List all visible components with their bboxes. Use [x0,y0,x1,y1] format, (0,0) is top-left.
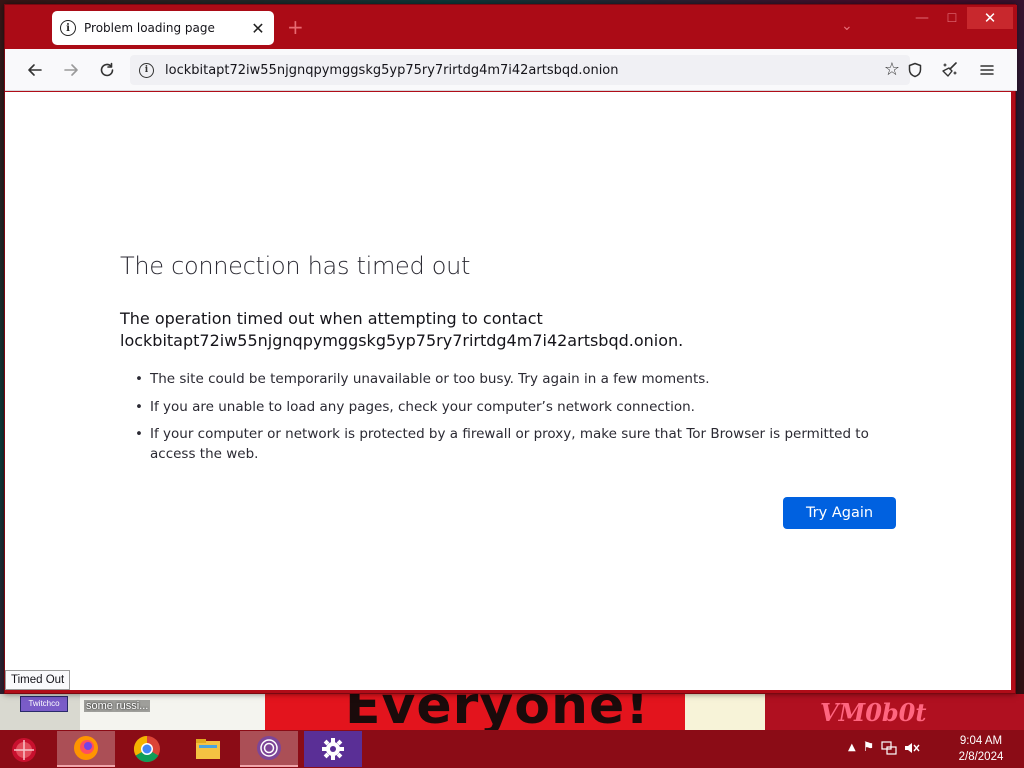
firefox-icon [74,736,98,760]
error-description-line1: The operation timed out when attempting … [120,309,543,328]
hamburger-menu-icon [980,65,994,75]
minimize-button[interactable]: — [911,7,933,29]
taskbar-file-explorer[interactable] [179,731,237,767]
arrow-right-icon [64,64,78,76]
url-bar[interactable]: i lockbitapt72iw55njgnqpymggskg5yp75ry7r… [130,55,910,85]
close-window-button[interactable]: ✕ [967,7,1013,29]
back-button[interactable] [22,57,48,83]
error-title: The connection has timed out [120,252,471,280]
navigation-bar: i lockbitapt72iw55njgnqpymggskg5yp75ry7r… [5,49,1017,91]
system-tray: ▲ ⚑ [848,740,920,755]
shield-icon [908,62,922,78]
new-tab-button[interactable]: + [287,17,304,37]
wallpaper-corner-text: VM0b0t [820,698,927,727]
suggestion-item: If you are unable to load any pages, che… [135,397,910,417]
site-info-icon[interactable]: i [139,62,154,78]
tab-bar: i Problem loading page ✕ + ⌄ — ☐ ✕ [5,5,1017,49]
chevron-down-icon[interactable]: ⌄ [841,18,853,34]
volume-muted-icon[interactable] [904,741,920,755]
error-description: The operation timed out when attempting … [120,308,900,352]
clock-time: 9:04 AM [959,735,1003,747]
forward-button[interactable] [58,57,84,83]
maximize-button[interactable]: ☐ [941,7,963,29]
menu-button[interactable] [974,57,1000,83]
clock-date: 2/8/2024 [958,751,1004,763]
start-orb-icon [12,738,36,762]
settings-icon [322,738,344,760]
taskbar-firefox[interactable] [57,731,115,767]
bookmark-star-icon[interactable]: ☆ [884,59,900,80]
network-icon[interactable] [881,740,897,755]
show-hidden-icons-icon[interactable]: ▲ [848,742,856,753]
info-icon: i [60,20,76,36]
page-content: The connection has timed out The operati… [5,92,1011,690]
start-button[interactable] [9,735,39,765]
arrow-left-icon [28,64,42,76]
tab-active[interactable]: i Problem loading page ✕ [52,11,274,45]
reload-button[interactable] [94,57,120,83]
action-center-flag-icon[interactable]: ⚑ [863,740,875,755]
wallpaper-strip: Twitchco Everyone! VM0b0t some russi... [0,694,1024,730]
tor-browser-icon [257,736,281,760]
shield-button[interactable] [902,57,928,83]
error-description-line2: lockbitapt72iw55njgnqpymggskg5yp75ry7rir… [120,331,684,350]
try-again-button[interactable]: Try Again [783,497,896,529]
tab-title: Problem loading page [84,21,215,35]
chrome-icon [133,735,160,763]
broom-icon [942,62,957,77]
suggestion-item: If your computer or network is protected… [135,424,910,464]
status-bar-text: Timed Out [5,670,71,690]
taskbar-chrome[interactable] [118,731,176,767]
reload-icon [100,62,114,77]
file-explorer-icon [196,739,220,759]
url-text[interactable]: lockbitapt72iw55njgnqpymggskg5yp75ry7rir… [165,63,619,78]
close-tab-icon[interactable]: ✕ [250,19,266,38]
desktop-icon-label[interactable]: some russi... [84,700,151,712]
taskbar-settings[interactable] [304,731,362,767]
suggestion-item: The site could be temporarily unavailabl… [135,369,910,389]
taskbar: ▲ ⚑ 9:04 AM 2/8/2024 [0,730,1024,768]
taskbar-tor-browser[interactable] [240,731,298,767]
browser-window: i Problem loading page ✕ + ⌄ — ☐ ✕ i loc… [4,4,1017,694]
wallpaper-tag: Twitchco [20,696,68,712]
new-identity-button[interactable] [937,57,963,83]
clock[interactable]: 9:04 AM 2/8/2024 [946,733,1016,765]
wallpaper-text: Everyone! [345,694,650,730]
error-suggestions-list: The site could be temporarily unavailabl… [135,369,910,472]
